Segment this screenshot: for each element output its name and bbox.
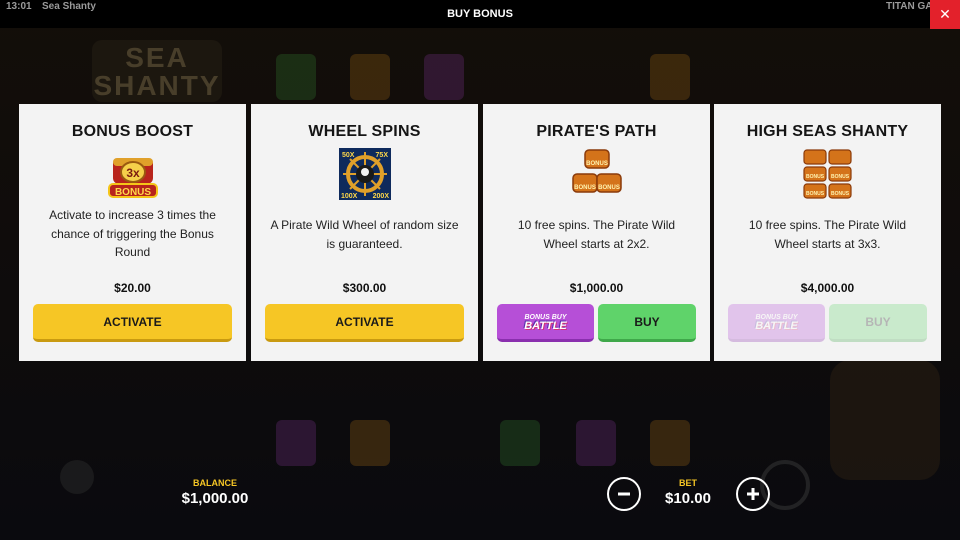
background-symbol [650,420,690,466]
bonus-buy-battle-button[interactable]: BONUS BUY BATTLE [728,304,825,342]
bonus-card-pirates-path: PIRATE'S PATH BONUS BONUS BONUS 10 free … [483,104,710,361]
multiplier-text: 3x [126,166,140,180]
pirate-wheel-icon: 50X 75X 100X 200X [338,148,391,200]
card-price: $20.00 [114,281,151,295]
card-title: WHEEL SPINS [308,123,421,140]
chest-label: BONUS [598,185,620,191]
card-title: BONUS BOOST [71,123,194,140]
close-button[interactable]: ✕ [930,0,960,29]
bonus-buy-battle-logo: BONUS BUY BATTLE [524,313,567,332]
activate-button[interactable]: ACTIVATE [33,304,232,342]
card-title: PIRATE'S PATH [536,123,657,140]
background-symbol [424,54,464,100]
card-price: $4,000.00 [800,281,855,295]
background-symbol [276,420,316,466]
decrease-bet-button[interactable] [607,477,641,511]
card-description: 10 free spins. The Pirate Wild Wheel sta… [748,218,907,251]
card-description: Activate to increase 3 times the chance … [49,208,216,259]
background-symbol [350,54,390,100]
battle-logo-big-text: BATTLE [524,319,567,332]
increase-bet-button[interactable] [736,477,770,511]
background-symbol [276,54,316,100]
bonus-chests-2x2-icon: BONUS BONUS BONUS [571,148,623,200]
provider-name: TITAN GA [886,1,930,12]
card-price: $1,000.00 [569,281,624,295]
balance-label: BALANCE [193,478,237,488]
buy-button[interactable]: BUY [598,304,696,342]
background-symbol [500,420,540,466]
card-price: $300.00 [342,281,387,295]
bonus-text: BONUS [114,187,150,198]
game-logo-background: SEA SHANTY [92,40,222,102]
card-title: HIGH SEAS SHANTY [746,123,909,140]
close-icon: ✕ [939,6,951,22]
minus-icon [618,492,630,496]
card-description: 10 free spins. The Pirate Wild Wheel sta… [517,218,676,251]
chest-label: BONUS [830,174,849,180]
wheel-label: 50X [342,152,355,159]
background-barrel [830,360,940,480]
plus-icon [747,488,759,500]
chest-label: BONUS [586,161,608,167]
bonus-chests-3x3-icon: BONUS BONUS BONUS BONUS [802,148,854,200]
bonus-buy-battle-button[interactable]: BONUS BUY BATTLE [497,304,594,342]
background-symbol [576,420,616,466]
chest-label: BONUS [574,185,596,191]
chest-label: BONUS [805,174,824,180]
bonus-card-wheel-spins: WHEEL SPINS 50X 75X 100X 200X A Pirate W… [251,104,478,361]
wheel-label: 75X [375,152,388,159]
battle-logo-big-text: BATTLE [755,319,798,332]
background-info-icon [60,460,94,494]
buy-button[interactable]: BUY [829,304,927,342]
top-bar: 13:01 Sea Shanty BUY BONUS TITAN GA ✕ [0,0,960,29]
activate-button[interactable]: ACTIVATE [265,304,464,342]
bonus-buy-battle-logo: BONUS BUY BATTLE [755,313,798,332]
page-title: BUY BONUS [447,8,513,20]
card-description: A Pirate Wild Wheel of random size is gu… [270,218,459,251]
background-symbol [350,420,390,466]
background-symbol [650,54,690,100]
bonus-card-bonus-boost: BONUS BOOST 3x BONUS Activate to increas… [19,104,246,361]
wheel-label: 200X [372,193,389,200]
bet-value: $10.00 [665,490,711,507]
bonus-card-high-seas-shanty: HIGH SEAS SHANTY BONUS BONUS BONUS BONUS… [714,104,941,361]
wheel-label: 100X [341,193,358,200]
bonus-chest-3x-icon: 3x BONUS [107,148,159,200]
chest-label: BONUS [830,191,849,197]
balance-value: $1,000.00 [181,490,249,507]
chest-label: BONUS [805,191,824,197]
bet-label: BET [679,478,697,488]
